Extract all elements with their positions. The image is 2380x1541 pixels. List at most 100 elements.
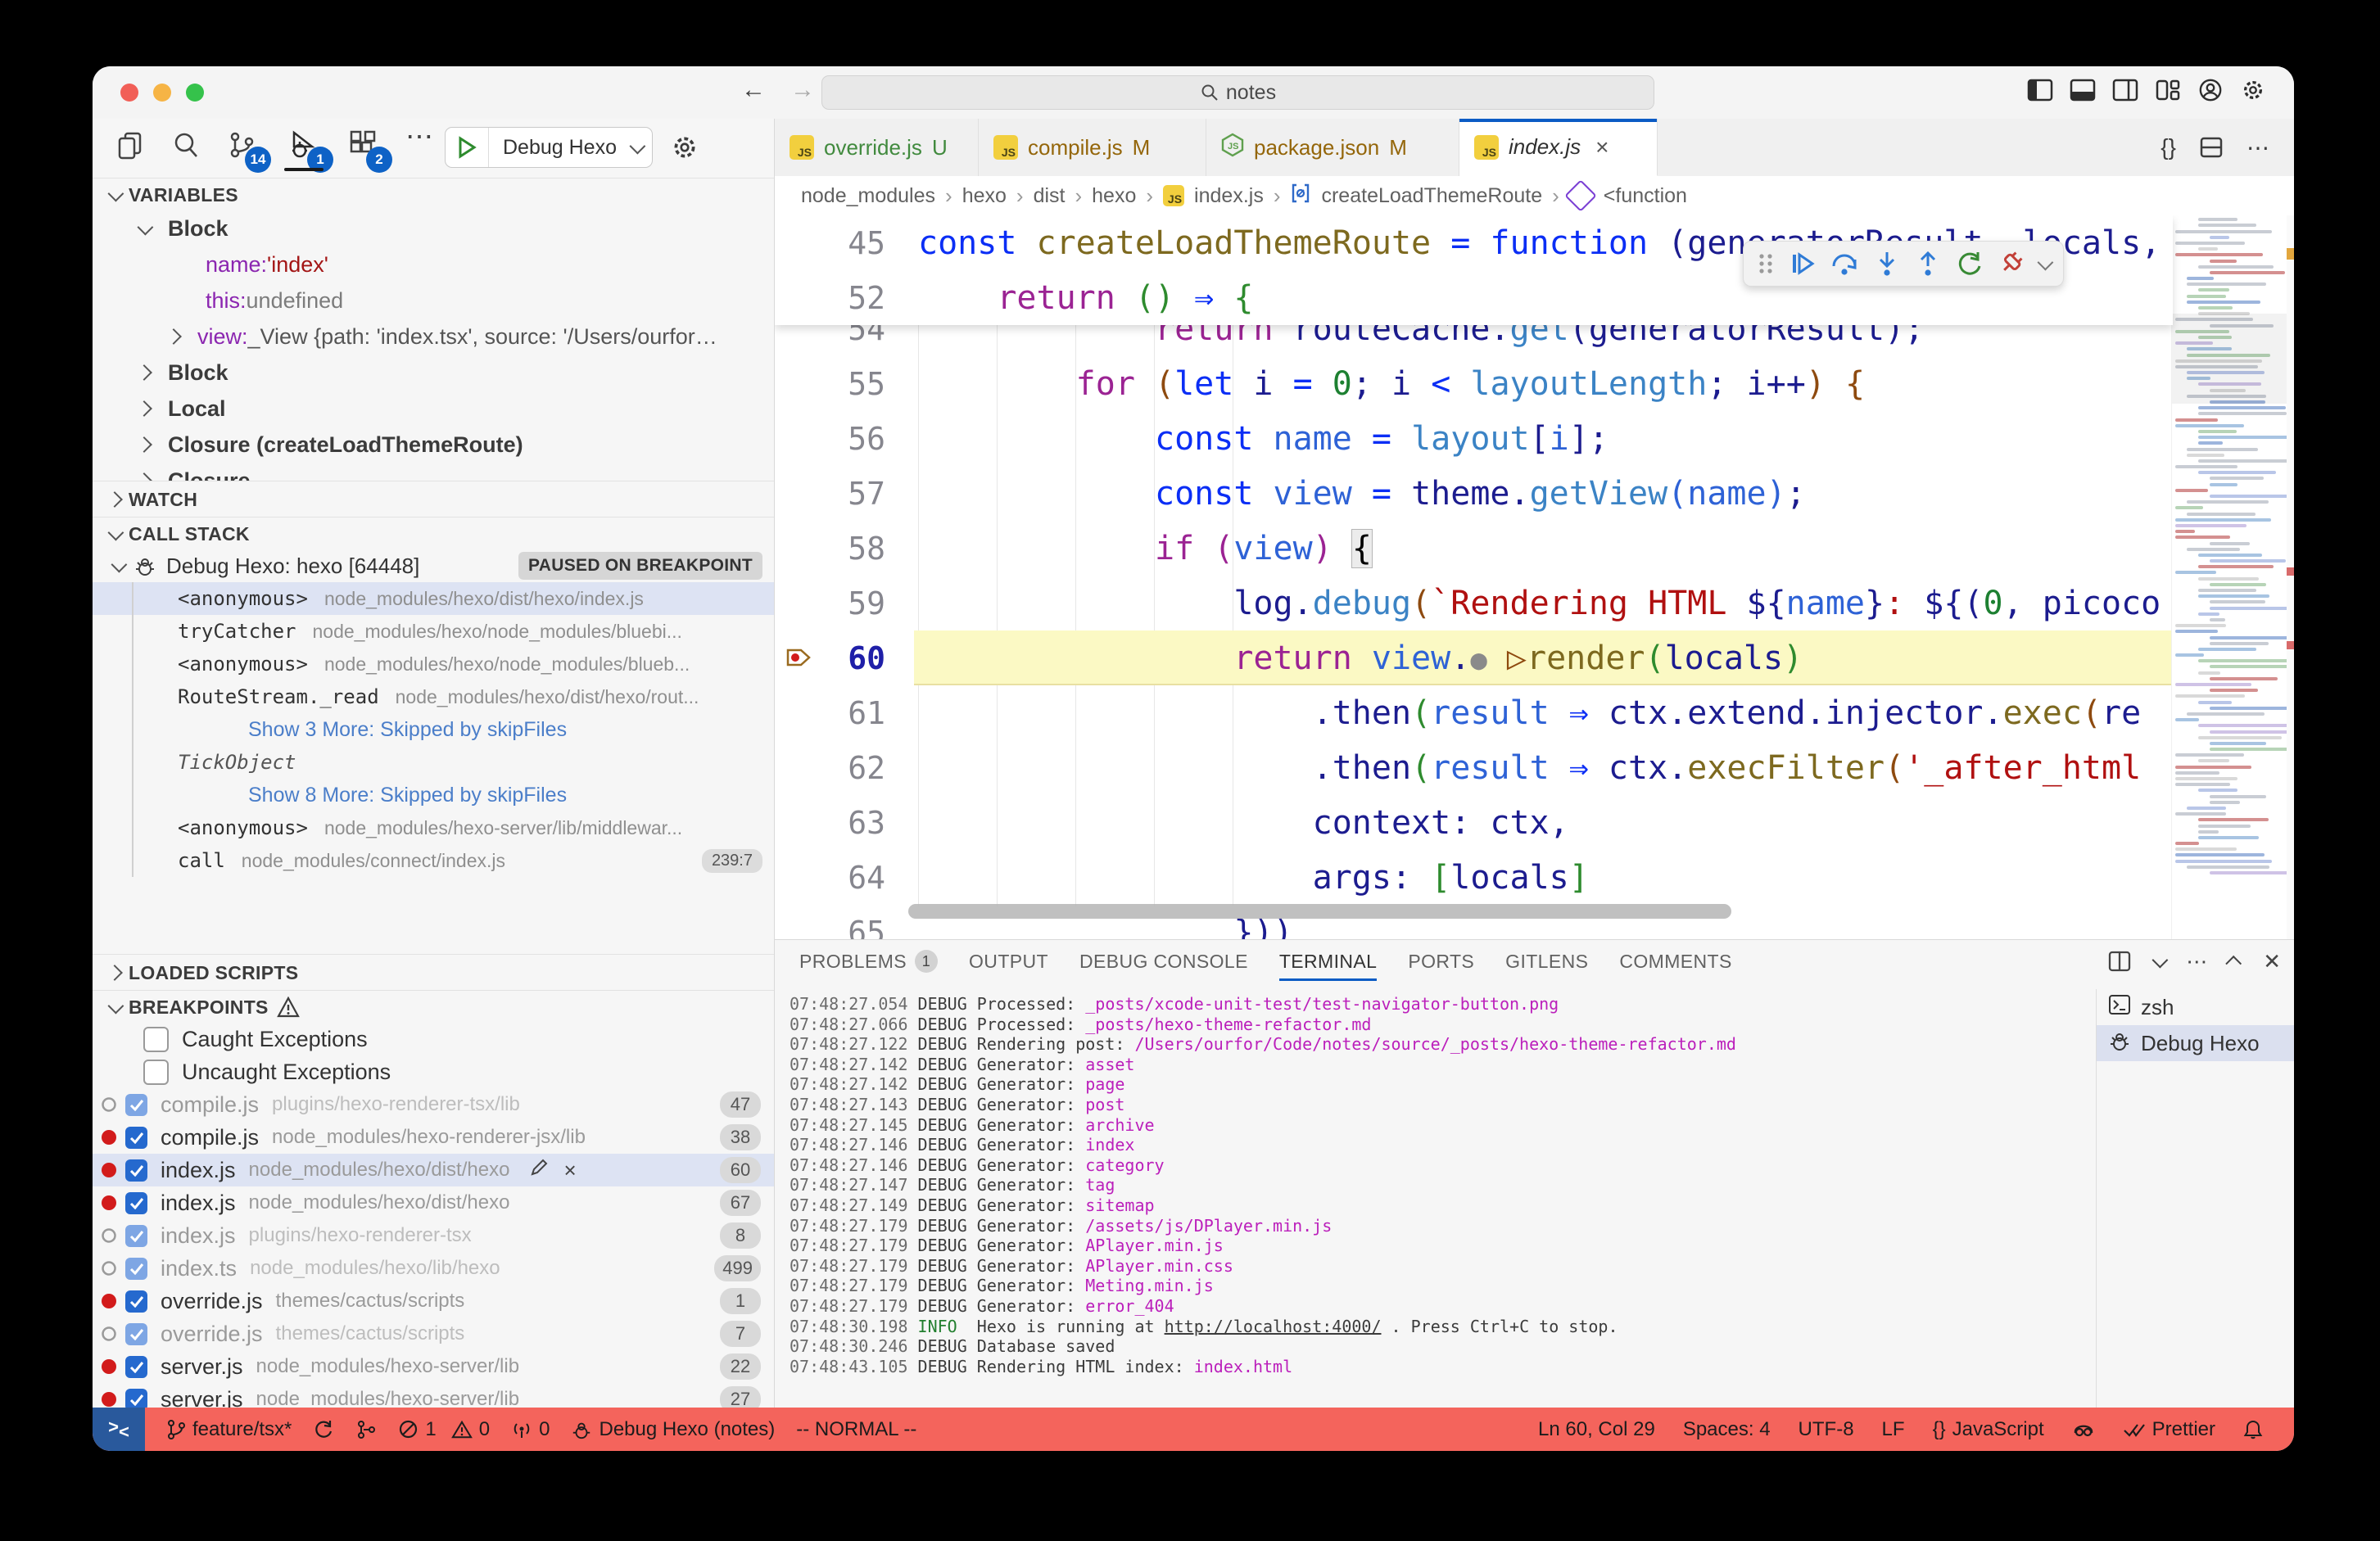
checkbox-checked[interactable] [125,1225,147,1247]
stack-frame-row[interactable]: callnode_modules/connect/index.js239:7 [93,844,774,877]
variable-row[interactable]: this: undefined [93,282,774,319]
terminal-list-item[interactable]: zsh [2097,989,2294,1025]
panel-tab-problems[interactable]: PROBLEMS1 [799,940,938,983]
zoom-window-button[interactable] [186,84,204,102]
panel-tab-output[interactable]: OUTPUT [969,940,1048,983]
checkbox-unchecked[interactable] [143,1027,169,1052]
code-line[interactable]: 56 const name = layout[i]; [775,411,2173,466]
step-into-icon[interactable] [1873,250,1901,278]
code-line[interactable]: 58 if (view) { [775,521,2173,576]
restart-icon[interactable] [1956,250,1984,278]
exception-toggle-row[interactable]: Uncaught Exceptions [93,1055,774,1088]
toggle-sidebar-right-icon[interactable] [2112,78,2138,102]
git-graph-status[interactable] [355,1419,377,1440]
close-panel-icon[interactable]: ✕ [2263,949,2281,974]
code-line[interactable]: 61 .then(result ⇒ ctx.extend.injector.ex… [775,685,2173,740]
debug-status[interactable]: Debug Hexo (notes) [571,1418,775,1441]
toggle-sidebar-left-icon[interactable] [2027,78,2053,102]
stack-frame-row[interactable]: tryCatchernode_modules/hexo/node_modules… [93,615,774,648]
disconnect-icon[interactable] [1991,244,2030,283]
variable-row[interactable]: Block [93,210,774,246]
checkbox-checked[interactable] [125,1192,147,1214]
code-line[interactable]: 57 const view = theme.getView(name); [775,466,2173,521]
code-line[interactable]: 60 return view.● ▷render(locals) [775,630,2173,685]
panel-tab-gitlens[interactable]: GITLENS [1505,940,1588,983]
start-debug-icon[interactable] [446,128,489,167]
breadcrumb-symbol[interactable]: createLoadThemeRoute [1321,184,1542,208]
checkbox-checked[interactable] [125,1323,147,1345]
close-tab-icon[interactable]: × [1595,134,1609,160]
variable-row[interactable]: Closure [93,463,774,481]
close-window-button[interactable] [120,84,138,102]
maximize-panel-icon[interactable] [2225,956,2242,972]
code-line[interactable]: 55 for (let i = 0; i < layoutLength; i++… [775,356,2173,411]
minimize-window-button[interactable] [153,84,171,102]
settings-gear-icon[interactable] [2240,78,2266,102]
formatter-status[interactable]: Prettier [2123,1418,2215,1441]
exception-toggle-row[interactable]: Caught Exceptions [93,1023,774,1055]
breadcrumb-item[interactable]: hexo [962,184,1007,208]
toggle-panel-icon[interactable] [2070,78,2096,102]
breakpoint-row[interactable]: index.jsnode_modules/hexo/dist/hexo×60 [93,1154,774,1186]
editor-tab-override.js[interactable]: JSoverride.jsU [775,119,979,176]
checkbox-checked[interactable] [125,1127,147,1149]
breakpoints-header[interactable]: BREAKPOINTS [93,990,774,1023]
terminal-output[interactable]: 07:48:27.054 DEBUG Processed: _posts/xco… [790,994,2089,1400]
debug-session-row[interactable]: Debug Hexo: hexo [64448] PAUSED ON BREAK… [93,549,774,582]
copilot-status[interactable] [2072,1419,2095,1440]
breakpoint-row[interactable]: compile.jsnode_modules/hexo-renderer-jsx… [93,1121,774,1154]
step-over-icon[interactable] [1830,250,1859,278]
checkbox-checked[interactable] [125,1356,147,1378]
remove-breakpoint-icon[interactable]: × [563,1158,576,1183]
encoding[interactable]: UTF-8 [1799,1418,1854,1441]
skipped-frames-link[interactable]: Show 8 More: Skipped by skipFiles [248,784,567,807]
debug-launch-select[interactable]: Debug Hexo [445,127,653,168]
checkbox-checked[interactable] [125,1389,147,1408]
code-editor[interactable]: 54 return routeCache.get(generatorResult… [775,215,2294,939]
toolbar-more-icon[interactable] [2037,255,2053,271]
editor-tab-package.json[interactable]: JSpackage.jsonM [1206,119,1459,176]
stack-frame-row[interactable]: <anonymous>node_modules/hexo-server/lib/… [93,811,774,844]
editor-tab-compile.js[interactable]: JScompile.jsM [979,119,1206,176]
breakpoint-row[interactable]: override.jsthemes/cactus/scripts1 [93,1285,774,1317]
editor-more-actions-icon[interactable]: ⋯ [2247,134,2269,161]
inlay-hints-icon[interactable]: {} [2161,134,2176,160]
more-views-icon[interactable]: ⋯ [405,120,433,153]
variables-header[interactable]: VARIABLES [93,178,774,210]
breakpoint-row[interactable]: index.jsnode_modules/hexo/dist/hexo67 [93,1186,774,1219]
breadcrumb-item[interactable]: node_modules [801,184,935,208]
panel-tab-terminal[interactable]: TERMINAL [1279,940,1378,983]
remote-indicator[interactable]: >< [93,1408,145,1451]
loaded-scripts-header[interactable]: LOADED SCRIPTS [93,954,774,990]
code-line[interactable]: 64 args: [locals] [775,850,2173,905]
explorer-icon[interactable] [115,130,145,160]
breakpoint-row[interactable]: index.jsplugins/hexo-renderer-tsx8 [93,1219,774,1252]
ports-status[interactable]: 0 [511,1418,550,1441]
continue-icon[interactable] [1789,250,1817,278]
breakpoint-row[interactable]: index.tsnode_modules/hexo/lib/hexo499 [93,1252,774,1285]
forward-button[interactable]: → [790,76,815,104]
search-view-icon[interactable] [171,130,201,160]
stack-frame-row[interactable]: Show 8 More: Skipped by skipFiles [93,779,774,811]
panel-more-icon[interactable]: ⋯ [2186,949,2209,974]
launch-profile-chevron-icon[interactable] [2152,952,2169,969]
breadcrumbs[interactable]: node_modules›hexo›dist›hexo›JSindex.js›c… [775,176,2294,215]
stack-frame-row[interactable]: RouteStream._readnode_modules/hexo/dist/… [93,680,774,713]
command-center-search[interactable]: notes [821,75,1654,110]
breakpoint-row[interactable]: compile.jsplugins/hexo-renderer-tsx/lib4… [93,1088,774,1121]
panel-tab-comments[interactable]: COMMENTS [1619,940,1731,983]
terminal-list-item[interactable]: Debug Hexo [2097,1025,2294,1061]
sync-status[interactable] [313,1419,334,1440]
indentation[interactable]: Spaces: 4 [1683,1418,1771,1441]
checkbox-checked[interactable] [125,1159,147,1182]
editor-tab-index.js[interactable]: JSindex.js× [1459,119,1658,176]
breakpoint-row[interactable]: override.jsthemes/cactus/scripts7 [93,1317,774,1350]
split-editor-icon[interactable] [2199,136,2224,159]
cursor-position[interactable]: Ln 60, Col 29 [1538,1418,1655,1441]
account-icon[interactable] [2197,78,2224,102]
step-out-icon[interactable] [1914,250,1942,278]
minimap[interactable] [2171,215,2287,939]
watch-header[interactable]: WATCH [93,481,774,517]
stack-frame-row[interactable]: <anonymous>node_modules/hexo/node_module… [93,648,774,680]
call-stack-header[interactable]: CALL STACK [93,517,774,549]
